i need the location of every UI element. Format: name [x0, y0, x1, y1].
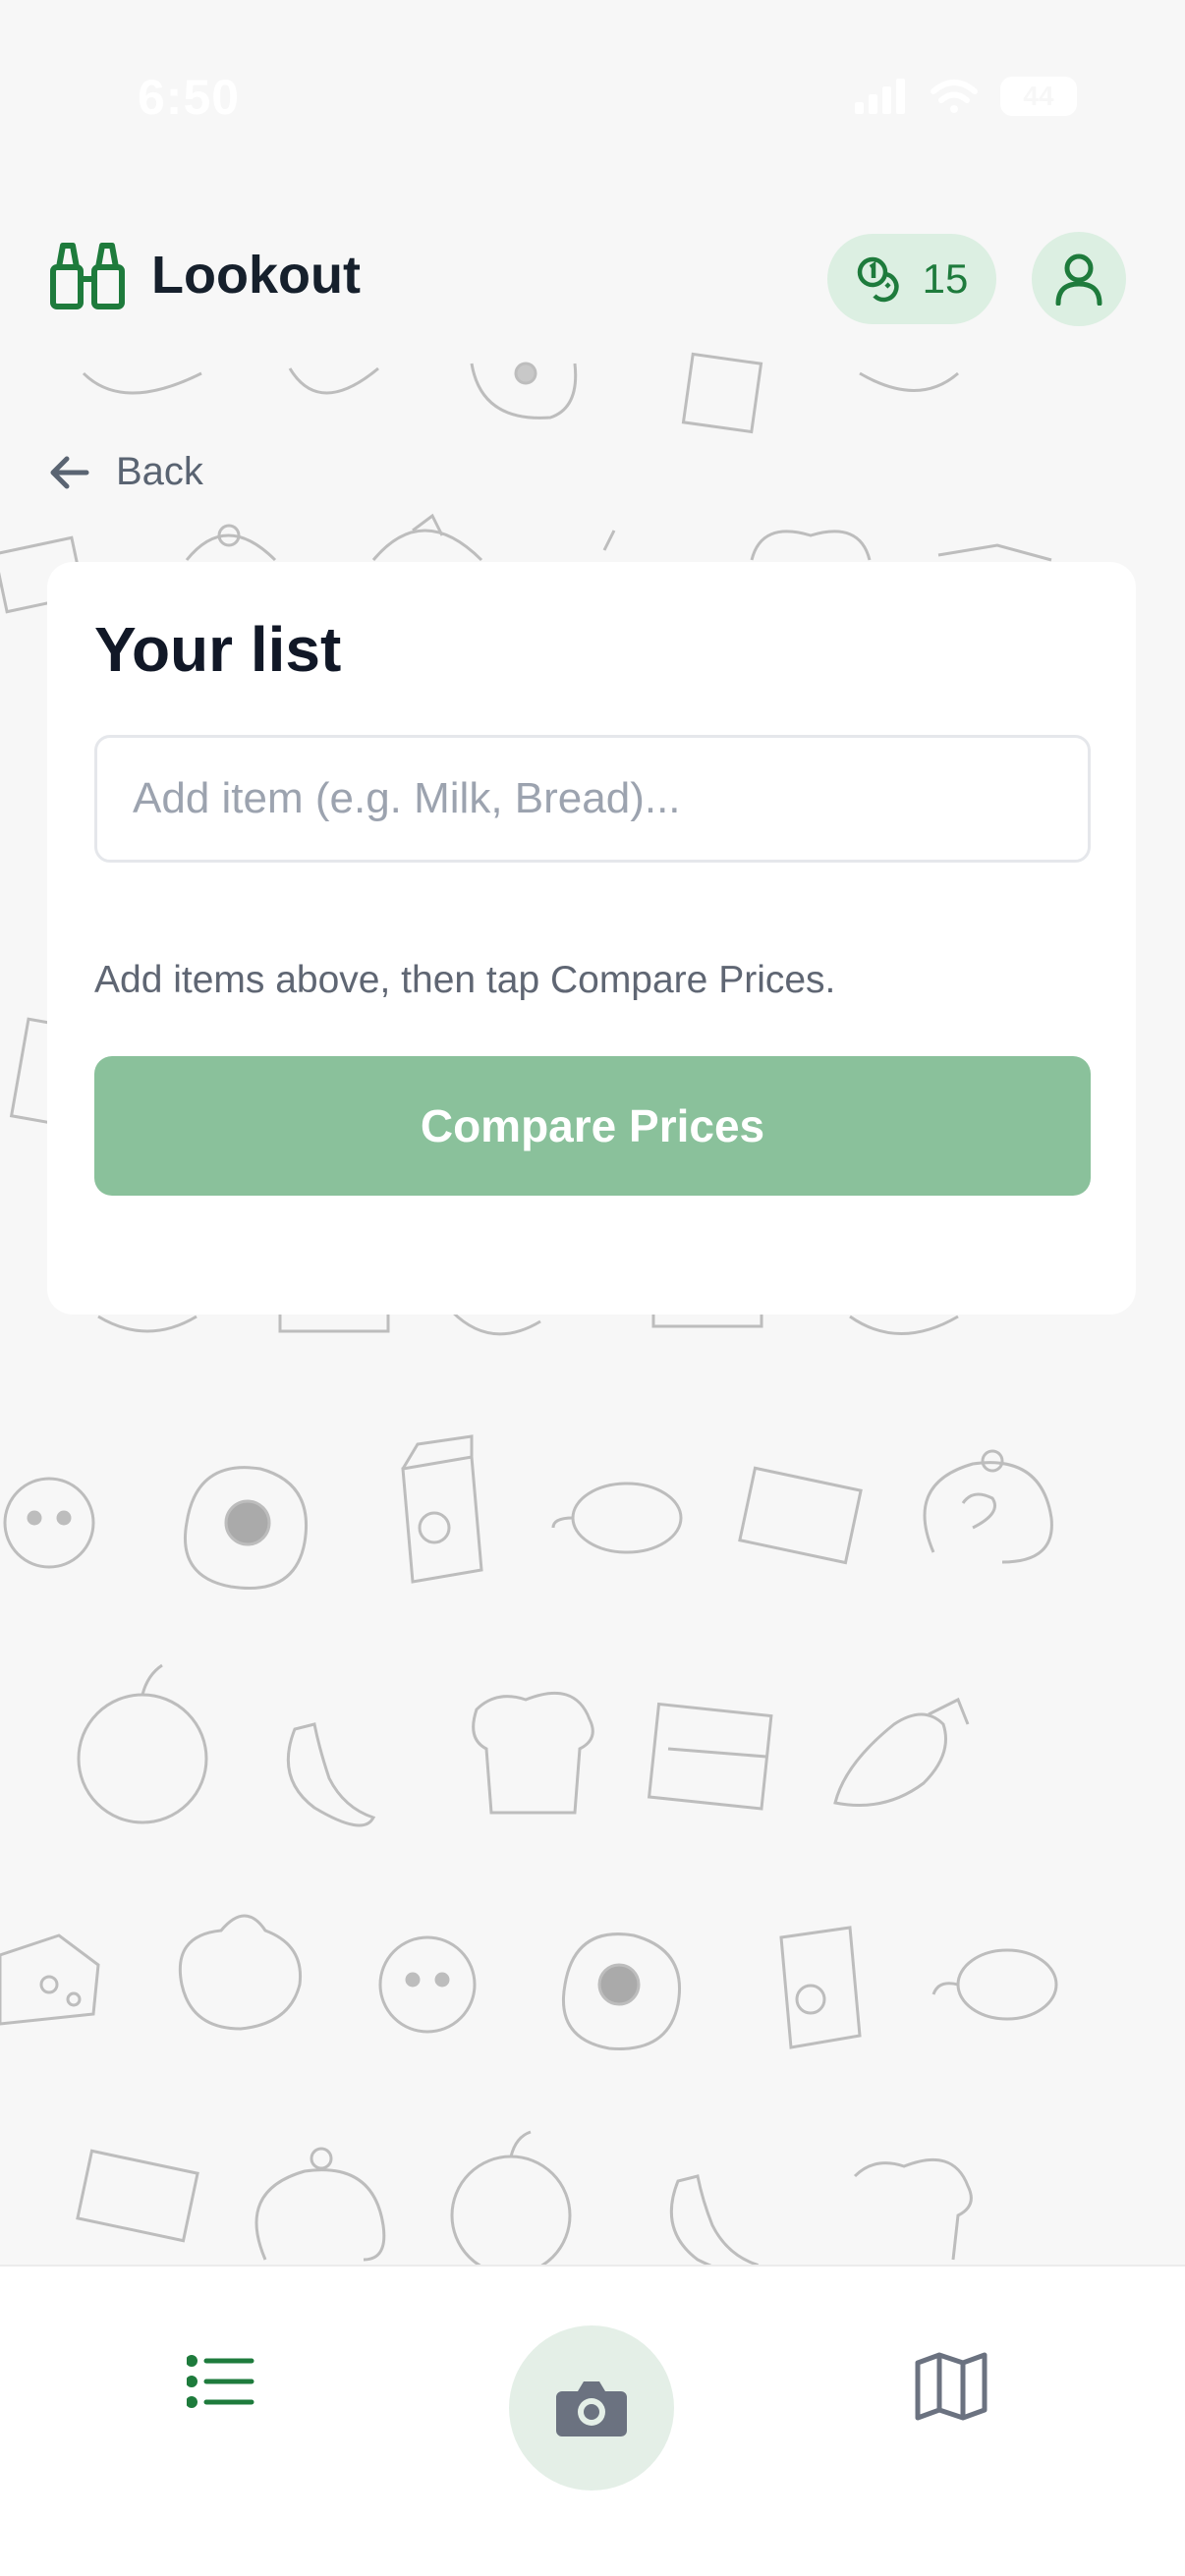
- battery-level: 44: [1023, 81, 1054, 111]
- app-logo: Lookout: [47, 238, 361, 312]
- back-button[interactable]: Back: [49, 450, 203, 494]
- nav-tab-list[interactable]: [186, 2355, 275, 2424]
- signal-icon: [855, 79, 905, 114]
- nav-tab-map[interactable]: [914, 2351, 996, 2434]
- wifi-icon: [931, 80, 978, 113]
- nav-tab-camera[interactable]: [509, 2325, 674, 2491]
- app-name: Lookout: [151, 246, 361, 305]
- empty-list-hint: Add items above, then tap Compare Prices…: [94, 959, 836, 1001]
- list-icon: [186, 2355, 254, 2408]
- status-time: 6:50: [138, 70, 241, 125]
- shopping-list-card: Your list Add items above, then tap Comp…: [47, 562, 1136, 1315]
- profile-button[interactable]: [1032, 232, 1126, 326]
- add-item-input[interactable]: [94, 735, 1091, 863]
- credits-button[interactable]: 15: [827, 234, 996, 324]
- compare-prices-button[interactable]: Compare Prices: [94, 1056, 1091, 1196]
- arrow-left-icon: [50, 456, 89, 488]
- credits-count: 15: [922, 255, 969, 302]
- app-screen: 6:50 44 Lookout 15 Back Your list Add it…: [0, 0, 1185, 2576]
- status-bar: 6:50 44: [0, 59, 1185, 138]
- camera-icon: [556, 2381, 627, 2436]
- map-icon: [915, 2352, 988, 2421]
- status-icons: 44: [855, 77, 1077, 116]
- back-label: Back: [116, 450, 203, 493]
- user-icon: [1055, 253, 1102, 306]
- coins-icon: [857, 256, 899, 303]
- battery-icon: 44: [1000, 77, 1077, 116]
- bottom-navigation: [0, 2265, 1185, 2576]
- card-title: Your list: [94, 614, 342, 685]
- binoculars-icon: [50, 243, 125, 309]
- app-header: Lookout 15: [0, 226, 1185, 334]
